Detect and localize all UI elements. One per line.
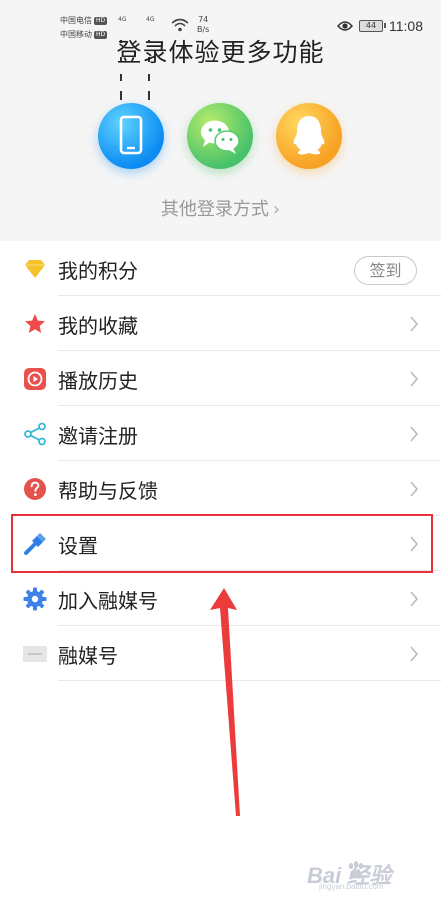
play-history-icon <box>24 368 46 390</box>
qq-login-button[interactable] <box>276 103 342 169</box>
wechat-login-button[interactable] <box>187 103 253 169</box>
chevron-right-icon <box>410 481 419 497</box>
chevron-right-icon <box>410 316 419 332</box>
login-header: 中国电信 HD 中国移动 HD 4G 4G 74 B/s 44 11:08 登录… <box>0 0 441 241</box>
checkin-button[interactable]: 签到 <box>354 256 417 285</box>
menu-item-label: 帮助与反馈 <box>58 479 158 503</box>
gear-icon <box>23 587 47 611</box>
menu-item-label: 我的积分 <box>58 259 138 283</box>
star-icon <box>25 314 45 333</box>
menu-item-label: 播放历史 <box>58 369 138 393</box>
battery-icon: 44 <box>359 20 386 32</box>
menu-item-invite[interactable]: 邀请注册 <box>0 406 441 461</box>
menu-item-points[interactable]: 我的积分 签到 <box>0 241 441 296</box>
menu-item-label: 设置 <box>58 534 98 558</box>
watermark-url: jingyan.baidu.com <box>319 882 384 891</box>
settings-wrench-icon <box>24 533 46 555</box>
chevron-right-icon <box>410 426 419 442</box>
phone-icon <box>119 115 143 155</box>
qq-icon <box>293 116 325 155</box>
menu-item-label: 融媒号 <box>58 644 118 668</box>
other-login-label: 其他登录方式 <box>160 199 269 220</box>
wifi-icon <box>171 18 189 32</box>
baidu-jingyan-watermark: Bai 经验 jingyan.baidu.com <box>293 854 423 894</box>
share-icon <box>24 422 46 446</box>
other-login-methods[interactable]: 其他登录方式 › <box>0 195 441 221</box>
phone-login-button[interactable] <box>98 103 164 169</box>
media-thumbnail-icon <box>23 646 47 662</box>
carrier-1: 中国电信 HD <box>60 16 108 25</box>
eye-icon <box>337 21 353 31</box>
menu-item-help[interactable]: 帮助与反馈 <box>0 461 441 516</box>
menu-item-favorites[interactable]: 我的收藏 <box>0 296 441 351</box>
chevron-right-icon <box>410 371 419 387</box>
chevron-right-icon: › <box>272 199 281 220</box>
help-icon <box>24 478 46 500</box>
menu-item-label: 我的收藏 <box>58 314 138 338</box>
wechat-icon <box>201 120 240 154</box>
clock: 11:08 <box>389 18 423 34</box>
login-options <box>0 103 441 169</box>
menu-item-settings[interactable]: 设置 <box>0 516 441 571</box>
menu-item-label: 邀请注册 <box>58 424 138 448</box>
diamond-icon <box>25 260 45 278</box>
menu-item-play-history[interactable]: 播放历史 <box>0 351 441 406</box>
pointer-arrow-icon <box>210 588 240 816</box>
login-title: 登录体验更多功能 <box>116 38 325 67</box>
chevron-right-icon <box>410 536 419 552</box>
network-speed: 74 B/s <box>197 15 210 34</box>
menu-item-label: 加入融媒号 <box>58 589 158 613</box>
chevron-right-icon <box>410 646 419 662</box>
chevron-right-icon <box>410 591 419 607</box>
